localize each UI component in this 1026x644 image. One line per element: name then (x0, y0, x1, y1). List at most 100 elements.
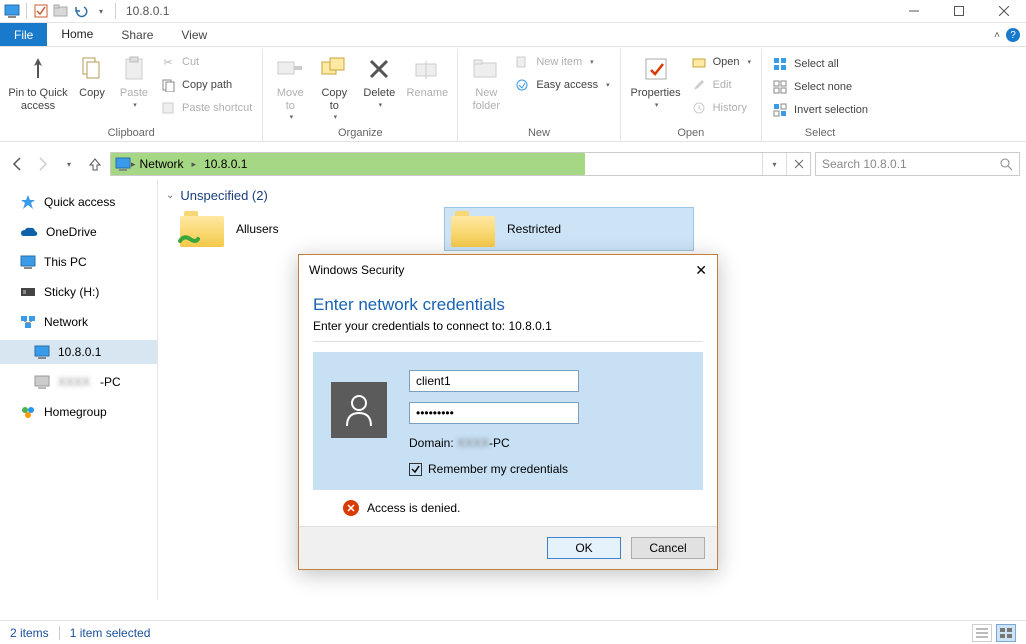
username-input[interactable] (409, 370, 579, 392)
edit-button[interactable]: Edit (687, 74, 755, 96)
crumb-host[interactable]: 10.8.0.1 (200, 153, 251, 175)
nav-host-1[interactable]: 10.8.0.1 (0, 340, 157, 364)
address-icon (115, 157, 131, 171)
collapse-icon: ⌄ (166, 190, 174, 201)
nav-network[interactable]: Network (0, 310, 157, 334)
back-button[interactable] (6, 153, 28, 175)
view-large-icons-button[interactable] (996, 624, 1016, 642)
new-folder-qat-icon[interactable] (51, 1, 71, 21)
search-icon (999, 157, 1013, 171)
dialog-close-button[interactable]: ✕ (695, 262, 707, 279)
up-button[interactable] (84, 153, 106, 175)
group-organize: Move to▾ Copy to▾ Delete▾ Rename Organiz… (263, 49, 458, 141)
checkbox-icon (409, 463, 422, 476)
rename-button[interactable]: Rename (403, 49, 451, 100)
view-tab[interactable]: View (167, 23, 221, 46)
quick-access-toolbar: ▾ (0, 1, 122, 21)
ok-button[interactable]: OK (547, 537, 621, 559)
credentials-dialog: Windows Security ✕ Enter network credent… (298, 254, 718, 570)
cut-button[interactable]: ✂Cut (156, 51, 256, 73)
dialog-subtitle: Enter your credentials to connect to: 10… (313, 319, 703, 333)
group-open: Properties▾ Open▾ Edit History Open (621, 49, 762, 141)
nav-bar: ▾ ▸ Network▸ 10.8.0.1 ▾ Search 10.8.0.1 (0, 148, 1026, 180)
share-folder-icon (451, 211, 495, 247)
search-box[interactable]: Search 10.8.0.1 (815, 152, 1020, 176)
share-tab[interactable]: Share (107, 23, 167, 46)
nav-quick-access[interactable]: Quick access (0, 190, 157, 214)
nav-homegroup[interactable]: Homegroup (0, 400, 157, 424)
nav-host-2[interactable]: XXXX-PC (0, 370, 157, 394)
address-bar[interactable]: ▸ Network▸ 10.8.0.1 ▾ (110, 152, 811, 176)
avatar-icon (331, 382, 387, 438)
invert-selection-button[interactable]: Invert selection (768, 99, 872, 121)
folder-restricted[interactable]: Restricted (444, 207, 694, 251)
password-input[interactable] (409, 402, 579, 424)
share-folder-icon (180, 211, 224, 247)
open-button[interactable]: Open▾ (687, 51, 755, 73)
refresh-button[interactable] (786, 153, 810, 175)
folder-allusers[interactable]: Allusers (174, 207, 424, 251)
group-select: Select all Select none Invert selection … (762, 49, 878, 141)
nav-sticky[interactable]: Sticky (H:) (0, 280, 157, 304)
ribbon-collapse-icon[interactable]: ˄ (994, 30, 1000, 41)
window-controls (891, 0, 1026, 23)
view-details-button[interactable] (972, 624, 992, 642)
title-bar: ▾ 10.8.0.1 (0, 0, 1026, 23)
copy-button[interactable]: Copy (72, 49, 112, 100)
qat-dropdown-icon[interactable]: ▾ (91, 1, 111, 21)
nav-pane: Quick access OneDrive This PC Sticky (H:… (0, 180, 158, 600)
remember-checkbox[interactable]: Remember my credentials (409, 462, 685, 476)
dialog-buttons: OK Cancel (299, 526, 717, 569)
dialog-titlebar: Windows Security ✕ (299, 255, 717, 285)
help-icon[interactable]: ? (1006, 28, 1020, 42)
group-label-clipboard: Clipboard (6, 127, 256, 141)
select-none-button[interactable]: Select none (768, 76, 872, 98)
file-tab[interactable]: File (0, 23, 47, 46)
properties-button[interactable]: Properties▾ (627, 49, 685, 110)
cancel-button[interactable]: Cancel (631, 537, 705, 559)
error-message: ✕ Access is denied. (343, 500, 703, 516)
minimize-button[interactable] (891, 0, 936, 23)
group-label-organize: Organize (269, 127, 451, 141)
copy-to-button[interactable]: Copy to▾ (313, 49, 355, 122)
recent-locations-button[interactable]: ▾ (58, 153, 80, 175)
undo-icon[interactable] (71, 1, 91, 21)
group-label-new: New (464, 127, 613, 141)
status-item-count: 2 items (10, 626, 49, 640)
error-icon: ✕ (343, 500, 359, 516)
credentials-box: Domain: XXXX-PC Remember my credentials (313, 352, 703, 490)
domain-label: Domain: XXXX-PC (409, 436, 685, 450)
content-group-header[interactable]: ⌄ Unspecified (2) (166, 188, 1026, 203)
close-button[interactable] (981, 0, 1026, 23)
easy-access-button[interactable]: Easy access▾ (510, 74, 613, 96)
checkbox-icon[interactable] (31, 1, 51, 21)
delete-button[interactable]: Delete▾ (357, 49, 401, 110)
new-item-button[interactable]: New item▾ (510, 51, 613, 73)
new-folder-button[interactable]: New folder (464, 49, 508, 112)
forward-button[interactable] (32, 153, 54, 175)
window-title: 10.8.0.1 (126, 4, 169, 18)
nav-this-pc[interactable]: This PC (0, 250, 157, 274)
nav-onedrive[interactable]: OneDrive (0, 220, 157, 244)
group-label-open: Open (627, 127, 755, 141)
select-all-button[interactable]: Select all (768, 53, 872, 75)
paste-button[interactable]: Paste▾ (114, 49, 154, 110)
crumb-network[interactable]: Network▸ (136, 153, 201, 175)
status-selected-count: 1 item selected (70, 626, 151, 640)
dialog-heading: Enter network credentials (313, 295, 703, 315)
copy-path-button[interactable]: Copy path (156, 74, 256, 96)
dialog-title: Windows Security (309, 263, 404, 277)
home-tab[interactable]: Home (47, 23, 107, 46)
address-dropdown-button[interactable]: ▾ (762, 153, 786, 175)
maximize-button[interactable] (936, 0, 981, 23)
search-placeholder: Search 10.8.0.1 (822, 157, 907, 171)
ribbon: Pin to Quick access Copy Paste▾ ✂Cut Cop… (0, 47, 1026, 142)
group-clipboard: Pin to Quick access Copy Paste▾ ✂Cut Cop… (0, 49, 263, 141)
move-to-button[interactable]: Move to▾ (269, 49, 311, 122)
history-button[interactable]: History (687, 97, 755, 119)
status-bar: 2 items 1 item selected (0, 620, 1026, 644)
pin-quick-access-button[interactable]: Pin to Quick access (6, 49, 70, 112)
folder-label: Allusers (236, 222, 279, 236)
explorer-icon[interactable] (2, 1, 22, 21)
paste-shortcut-button[interactable]: Paste shortcut (156, 97, 256, 119)
